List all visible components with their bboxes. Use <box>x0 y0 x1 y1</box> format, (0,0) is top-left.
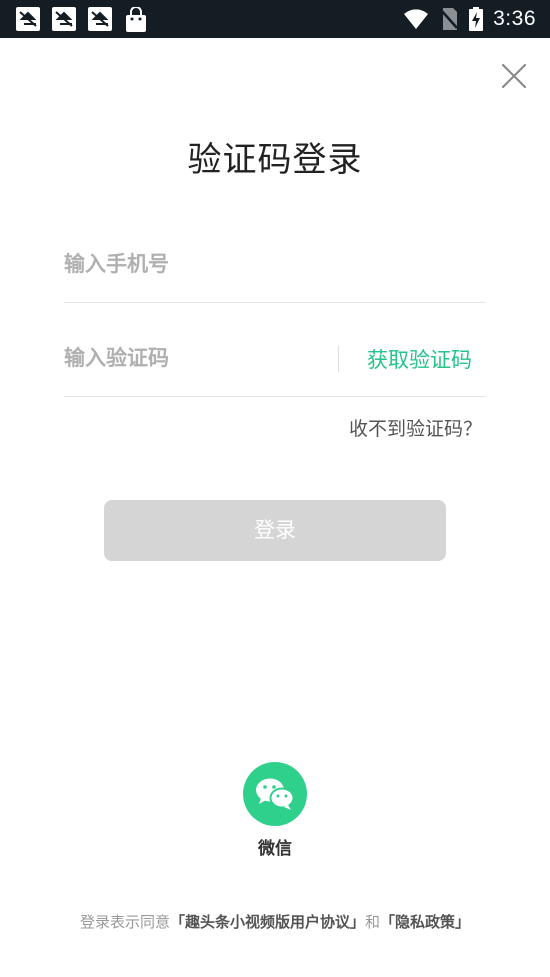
divider <box>338 346 339 372</box>
login-button[interactable]: 登录 <box>104 500 446 561</box>
notification-area <box>16 7 148 32</box>
close-icon <box>501 63 527 89</box>
wechat-login-button[interactable] <box>243 762 307 826</box>
page-title: 验证码登录 <box>187 140 363 180</box>
no-code-link[interactable]: 收不到验证码？ <box>349 414 482 441</box>
status-time: 3:36 <box>493 7 536 30</box>
wifi-icon <box>404 9 429 29</box>
phone-input[interactable] <box>64 242 324 286</box>
battery-charging-icon <box>469 7 484 31</box>
notification-icon <box>16 7 40 31</box>
notification-icon <box>52 7 76 31</box>
wechat-label: 微信 <box>258 839 292 859</box>
notification-icon <box>88 7 112 31</box>
agreement-text: 登录表示同意「趣头条小视频版用户协议」和「隐私政策」 <box>60 912 490 932</box>
system-status: 3:36 <box>403 6 536 32</box>
privacy-policy-link[interactable]: 「隐私政策」 <box>380 913 470 931</box>
user-agreement-link[interactable]: 「趣头条小视频版用户协议」 <box>170 913 365 931</box>
no-sim-icon <box>440 8 459 30</box>
verification-code-input[interactable] <box>64 336 324 380</box>
status-bar: 3:36 <box>0 0 550 38</box>
get-code-button[interactable]: 获取验证码 <box>367 344 472 374</box>
phone-field-row <box>64 242 486 303</box>
shopping-bag-icon <box>124 7 148 32</box>
wechat-icon <box>256 778 295 810</box>
agreement-and: 和 <box>365 913 381 931</box>
close-button[interactable] <box>500 62 528 90</box>
wechat-login: 微信 <box>0 762 550 859</box>
agreement-prefix: 登录表示同意 <box>79 913 170 931</box>
code-field-row: 获取验证码 <box>64 336 486 397</box>
